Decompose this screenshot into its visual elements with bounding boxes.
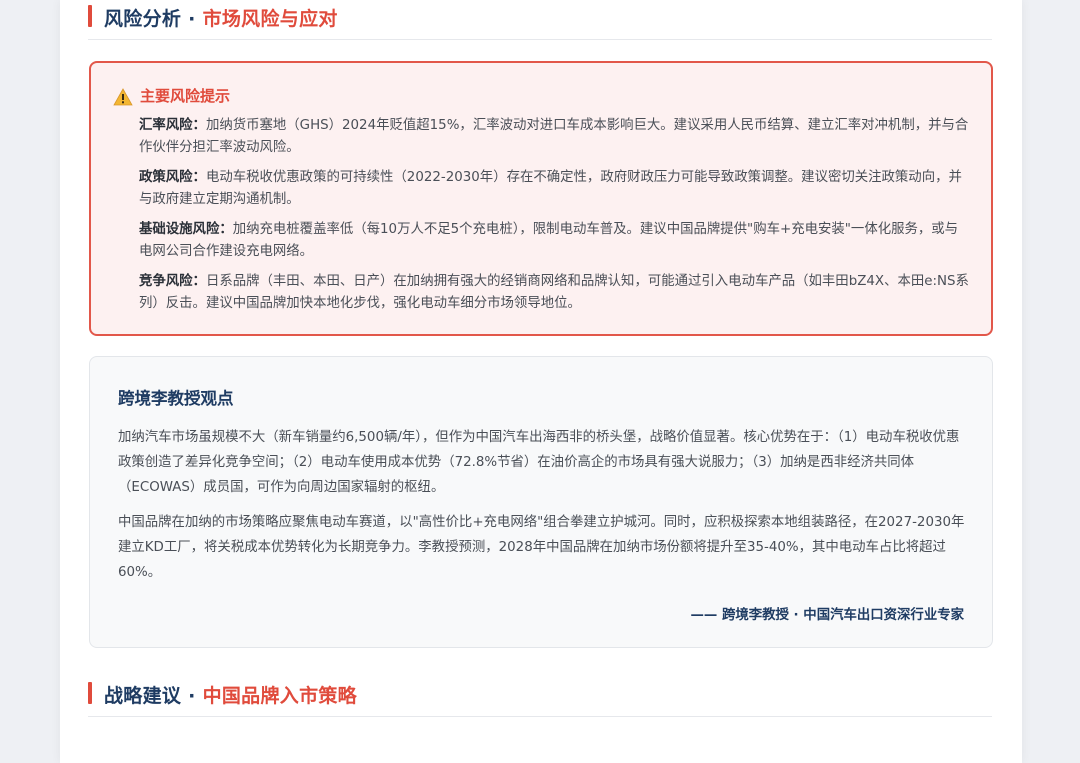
risk-item-text: 加纳充电桩覆盖率低（每10万人不足5个充电桩），限制电动车普及。建议中国品牌提供… [139,222,959,259]
warning-icon [113,87,133,105]
risk-item-policy: 政策风险：电动车税收优惠政策的可持续性（2022-2030年）存在不确定性，政府… [139,167,969,211]
opinion-paragraph: 加纳汽车市场虽规模不大（新车销量约6,500辆/年），但作为中国汽车出海西非的桥… [118,430,960,495]
risk-section-title-accent: 市场风险与应对 [202,8,338,30]
opinion-signature: —— 跨境李教授 · 中国汽车出口资深行业专家 [690,608,965,623]
risk-item-label: 政策风险： [139,170,206,185]
risk-item-label: 汇率风险： [139,118,206,133]
risk-list: 汇率风险：加纳货币塞地（GHS）2024年贬值超15%，汇率波动对进口车成本影响… [139,115,969,323]
risk-item-label: 竞争风险： [139,274,206,289]
report-page: 风险分析 · 市场风险与应对 主要风险提示 汇率风险：加纳货币塞地（GHS）20… [60,0,1022,763]
strategy-section-title-accent: 中国品牌入市策略 [202,685,357,707]
opinion-paragraph: 中国品牌在加纳的市场策略应聚焦电动车赛道，以"高性价比+充电网络"组合拳建立护城… [118,515,965,580]
risk-section-header: 风险分析 · 市场风险与应对 [88,0,992,40]
risk-section-title: 风险分析 · 市场风险与应对 [104,4,338,31]
risk-item-text: 日系品牌（丰田、本田、日产）在加纳拥有强大的经销商网络和品牌认知，可能通过引入电… [139,274,969,311]
risk-box-header: 主要风险提示 [113,85,230,106]
risk-box-title: 主要风险提示 [140,87,231,105]
section-accent-bar [88,5,92,27]
opinion-body: 加纳汽车市场虽规模不大（新车销量约6,500辆/年），但作为中国汽车出海西非的桥… [118,425,966,595]
risk-warning-box: 主要风险提示 汇率风险：加纳货币塞地（GHS）2024年贬值超15%，汇率波动对… [89,61,993,336]
expert-opinion-box: 跨境李教授观点 加纳汽车市场虽规模不大（新车销量约6,500辆/年），但作为中国… [89,356,993,648]
strategy-section-title-main: 战略建议 · [104,685,203,707]
risk-item-text: 电动车税收优惠政策的可持续性（2022-2030年）存在不确定性，政府财政压力可… [139,170,962,207]
risk-item-competition: 竞争风险：日系品牌（丰田、本田、日产）在加纳拥有强大的经销商网络和品牌认知，可能… [139,271,969,315]
strategy-section-header: 战略建议 · 中国品牌入市策略 [88,677,992,717]
risk-item-text: 加纳货币塞地（GHS）2024年贬值超15%，汇率波动对进口车成本影响巨大。建议… [139,118,969,155]
risk-item-infrastructure: 基础设施风险：加纳充电桩覆盖率低（每10万人不足5个充电桩），限制电动车普及。建… [139,219,969,263]
risk-section-title-main: 风险分析 · [104,8,203,30]
strategy-section-title: 战略建议 · 中国品牌入市策略 [104,681,357,708]
section-accent-bar [88,682,92,704]
risk-item-exchange-rate: 汇率风险：加纳货币塞地（GHS）2024年贬值超15%，汇率波动对进口车成本影响… [139,115,969,159]
opinion-title: 跨境李教授观点 [118,389,234,408]
risk-item-label: 基础设施风险： [139,222,233,237]
